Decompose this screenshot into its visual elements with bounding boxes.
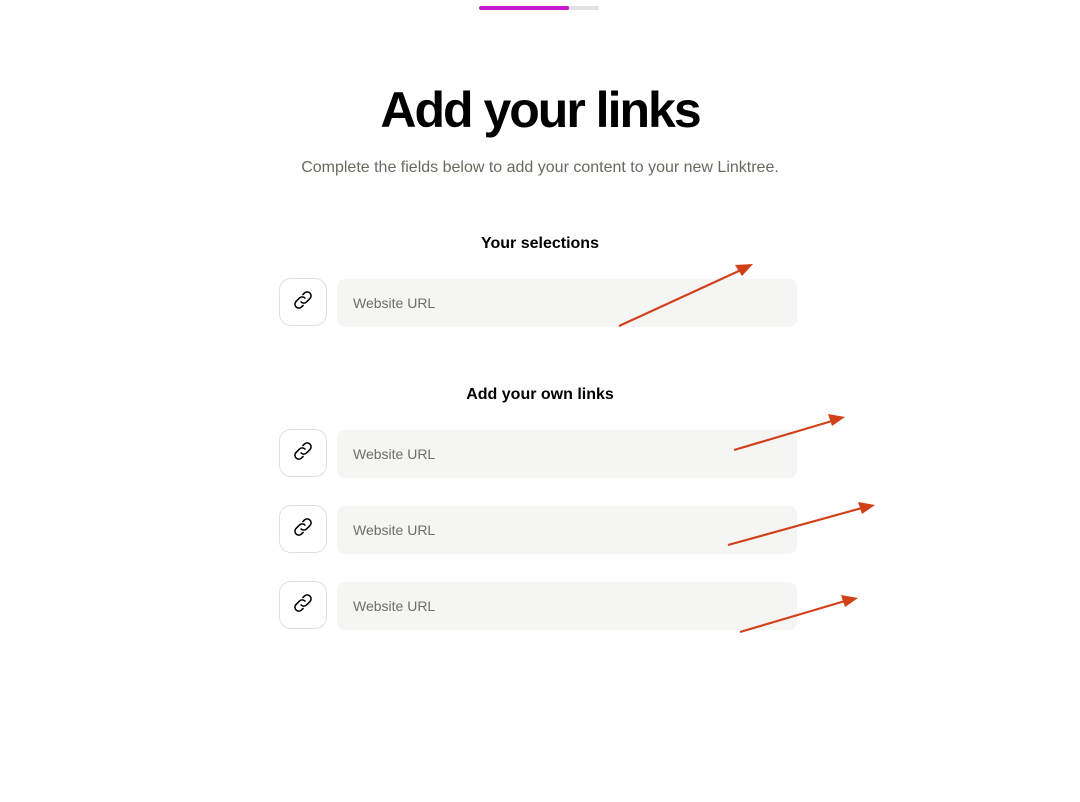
website-url-input[interactable]: [337, 582, 797, 630]
progress-bar-fill: [479, 6, 569, 10]
link-icon: [290, 287, 316, 318]
own-link-row: [279, 505, 797, 554]
link-icon: [290, 438, 316, 469]
onboarding-page: Add your links Complete the fields below…: [0, 0, 1080, 802]
link-icon: [290, 514, 316, 545]
progress-bar: [479, 6, 599, 10]
link-icon-button[interactable]: [279, 505, 327, 553]
website-url-input[interactable]: [337, 279, 797, 327]
selection-link-row: [279, 278, 797, 327]
your-selections-heading: Your selections: [481, 235, 599, 252]
page-subtitle: Complete the fields below to add your co…: [301, 159, 779, 176]
link-icon-button[interactable]: [279, 278, 327, 326]
add-own-links-heading: Add your own links: [466, 386, 614, 403]
link-icon: [290, 590, 316, 621]
page-title: Add your links: [380, 82, 701, 138]
own-link-row: [279, 581, 797, 630]
website-url-input[interactable]: [337, 506, 797, 554]
link-icon-button[interactable]: [279, 429, 327, 477]
website-url-input[interactable]: [337, 430, 797, 478]
link-icon-button[interactable]: [279, 581, 327, 629]
own-link-row: [279, 429, 797, 478]
